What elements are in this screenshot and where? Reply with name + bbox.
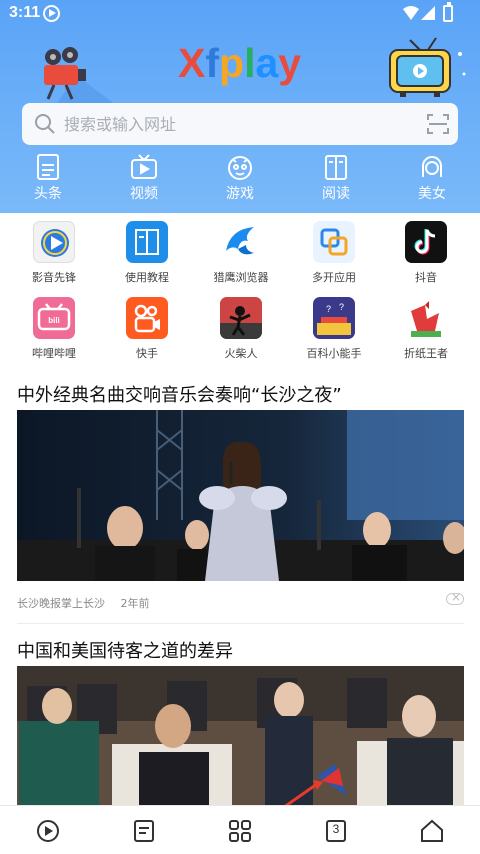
app-root: 3:11 Xfplay 搜索或输入网址 头条 视频 游戏 阅读 美女 影音先锋 …: [0, 0, 480, 854]
category-beauty[interactable]: 美女: [402, 153, 462, 209]
signal-icon: [421, 6, 435, 20]
logo-letter: f: [205, 40, 220, 86]
media-playing-icon: [43, 5, 60, 22]
encyclopedia-icon: ??: [313, 297, 355, 339]
app-label: 使用教程: [125, 271, 169, 284]
app-stickman[interactable]: 火柴人: [196, 297, 286, 367]
grid-menu-icon[interactable]: [227, 818, 253, 844]
news-title[interactable]: 中国和美国待客之道的差异: [17, 637, 233, 663]
category-label: 美女: [418, 186, 446, 202]
status-time: 3:11: [9, 4, 41, 21]
book-icon: [325, 155, 347, 180]
logo-letter: X: [178, 40, 206, 86]
app-bilibili[interactable]: bili 哔哩哔哩: [9, 297, 99, 367]
app-falcon-browser[interactable]: 猎鹰浏览器: [196, 221, 286, 291]
search-icon: [35, 114, 55, 134]
bottom-nav: 3: [0, 805, 480, 854]
logo-letter: l: [244, 40, 256, 86]
tutorial-book-icon: [126, 221, 168, 263]
bilibili-icon: bili: [33, 297, 75, 339]
logo-letter: p: [219, 40, 245, 86]
girl-icon: [422, 156, 442, 177]
xfplay-logo: Xfplay: [178, 40, 301, 87]
scan-icon[interactable]: [426, 112, 450, 136]
app-label: 快手: [136, 347, 158, 360]
tabs-count: 3: [332, 822, 340, 836]
multi-open-icon: [313, 221, 355, 263]
svg-text:bili: bili: [48, 316, 60, 325]
news-time: 2年前: [120, 597, 150, 610]
app-multi-open[interactable]: 多开应用: [289, 221, 379, 291]
tabs-count-icon[interactable]: 3: [323, 818, 349, 844]
category-label: 头条: [34, 186, 62, 202]
news-title[interactable]: 中外经典名曲交响音乐会奏响“长沙之夜”: [17, 381, 342, 407]
projector-logo-icon: [44, 47, 116, 105]
tv-logo-icon: [389, 37, 466, 97]
news-meta: 长沙晚报掌上长沙 2年前: [17, 595, 150, 611]
app-encyclopedia[interactable]: ?? 百科小能手: [289, 297, 379, 367]
dismiss-icon[interactable]: [446, 590, 464, 605]
bookmark-list-icon[interactable]: [131, 818, 157, 844]
category-game[interactable]: 游戏: [210, 153, 270, 209]
category-read[interactable]: 阅读: [306, 153, 366, 209]
news-image-meeting[interactable]: [17, 666, 464, 805]
play-circle-icon: [33, 221, 75, 263]
kuaishou-icon: [126, 297, 168, 339]
status-bar: 3:11: [0, 0, 480, 28]
category-news[interactable]: 头条: [18, 153, 78, 209]
wifi-icon: [403, 6, 419, 20]
category-video[interactable]: 视频: [114, 153, 174, 209]
app-label: 百科小能手: [306, 347, 362, 360]
app-label: 影音先锋: [32, 271, 76, 284]
search-input[interactable]: [64, 111, 404, 137]
header: 3:11 Xfplay 搜索或输入网址 头条 视频 游戏 阅读 美女: [0, 0, 480, 213]
video-play-icon[interactable]: [35, 818, 61, 844]
category-label: 游戏: [226, 186, 254, 202]
battery-icon: [443, 2, 453, 22]
app-tutorial[interactable]: 使用教程: [102, 221, 192, 291]
tiktok-icon: [405, 221, 447, 263]
video-icon: [131, 154, 157, 179]
home-icon[interactable]: [419, 818, 445, 844]
news-image-concert[interactable]: [17, 410, 464, 581]
app-origami[interactable]: 折纸王者: [381, 297, 471, 367]
logo-letter: y: [278, 40, 302, 86]
origami-rooster-icon: [405, 297, 447, 339]
stickman-icon: [220, 297, 262, 339]
app-label: 抖音: [415, 271, 437, 284]
app-douyin[interactable]: 抖音: [381, 221, 471, 291]
app-label: 火柴人: [224, 347, 258, 360]
app-grid: 影音先锋 使用教程 猎鹰浏览器 多开应用 抖音 bili 哔哩哔哩 快手 火柴人…: [0, 213, 480, 363]
category-label: 视频: [130, 186, 158, 202]
search-bar[interactable]: [22, 103, 458, 145]
svg-text:?: ?: [339, 302, 344, 312]
news-source: 长沙晚报掌上长沙: [17, 597, 105, 610]
game-icon: [228, 156, 252, 180]
app-label: 折纸王者: [404, 347, 448, 360]
news-icon: [37, 154, 59, 180]
logo-letter: a: [255, 40, 279, 86]
divider: [17, 623, 464, 624]
app-label: 哔哩哔哩: [32, 347, 76, 360]
app-label: 猎鹰浏览器: [213, 271, 269, 284]
svg-text:?: ?: [326, 304, 331, 314]
app-yingyin[interactable]: 影音先锋: [9, 221, 99, 291]
falcon-browser-icon: [220, 221, 262, 263]
category-bar: 头条 视频 游戏 阅读 美女: [0, 153, 480, 211]
app-kuaishou[interactable]: 快手: [102, 297, 192, 367]
category-label: 阅读: [322, 186, 350, 202]
app-label: 多开应用: [312, 271, 356, 284]
